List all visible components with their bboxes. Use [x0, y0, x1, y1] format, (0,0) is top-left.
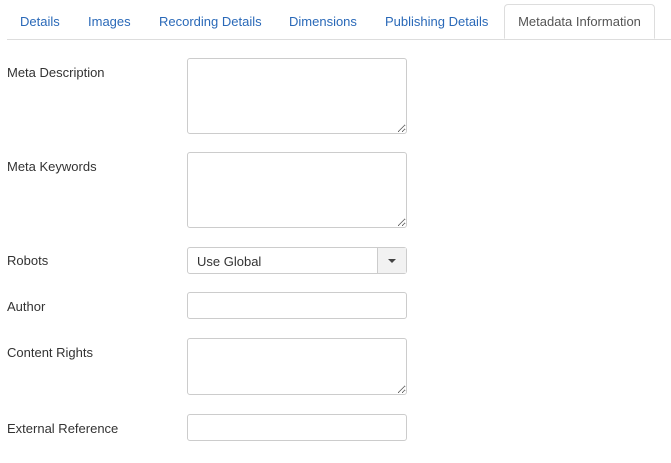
meta-keywords-label: Meta Keywords	[7, 159, 97, 174]
robots-label: Robots	[7, 253, 49, 268]
external-reference-label: External Reference	[7, 421, 119, 436]
tab-images[interactable]: Images	[88, 14, 131, 29]
content-rights-label: Content Rights	[7, 345, 93, 360]
robots-dropdown-button[interactable]	[377, 248, 406, 273]
tab-dimensions[interactable]: Dimensions	[289, 14, 357, 29]
robots-select[interactable]: Use Global	[187, 247, 407, 274]
external-reference-field[interactable]	[187, 414, 407, 441]
tab-details[interactable]: Details	[20, 14, 60, 29]
meta-description-label: Meta Description	[7, 65, 105, 80]
tab-bar-divider	[7, 39, 671, 40]
author-field[interactable]	[187, 292, 407, 319]
tab-metadata-information[interactable]: Metadata Information	[504, 4, 655, 39]
caret-down-icon	[388, 259, 396, 263]
tab-recording-details[interactable]: Recording Details	[159, 14, 262, 29]
robots-selected-value: Use Global	[197, 254, 262, 269]
tab-publishing-details[interactable]: Publishing Details	[385, 14, 488, 29]
meta-description-field[interactable]	[187, 58, 407, 134]
content-rights-field[interactable]	[187, 338, 407, 395]
author-label: Author	[7, 299, 46, 314]
meta-keywords-field[interactable]	[187, 152, 407, 228]
